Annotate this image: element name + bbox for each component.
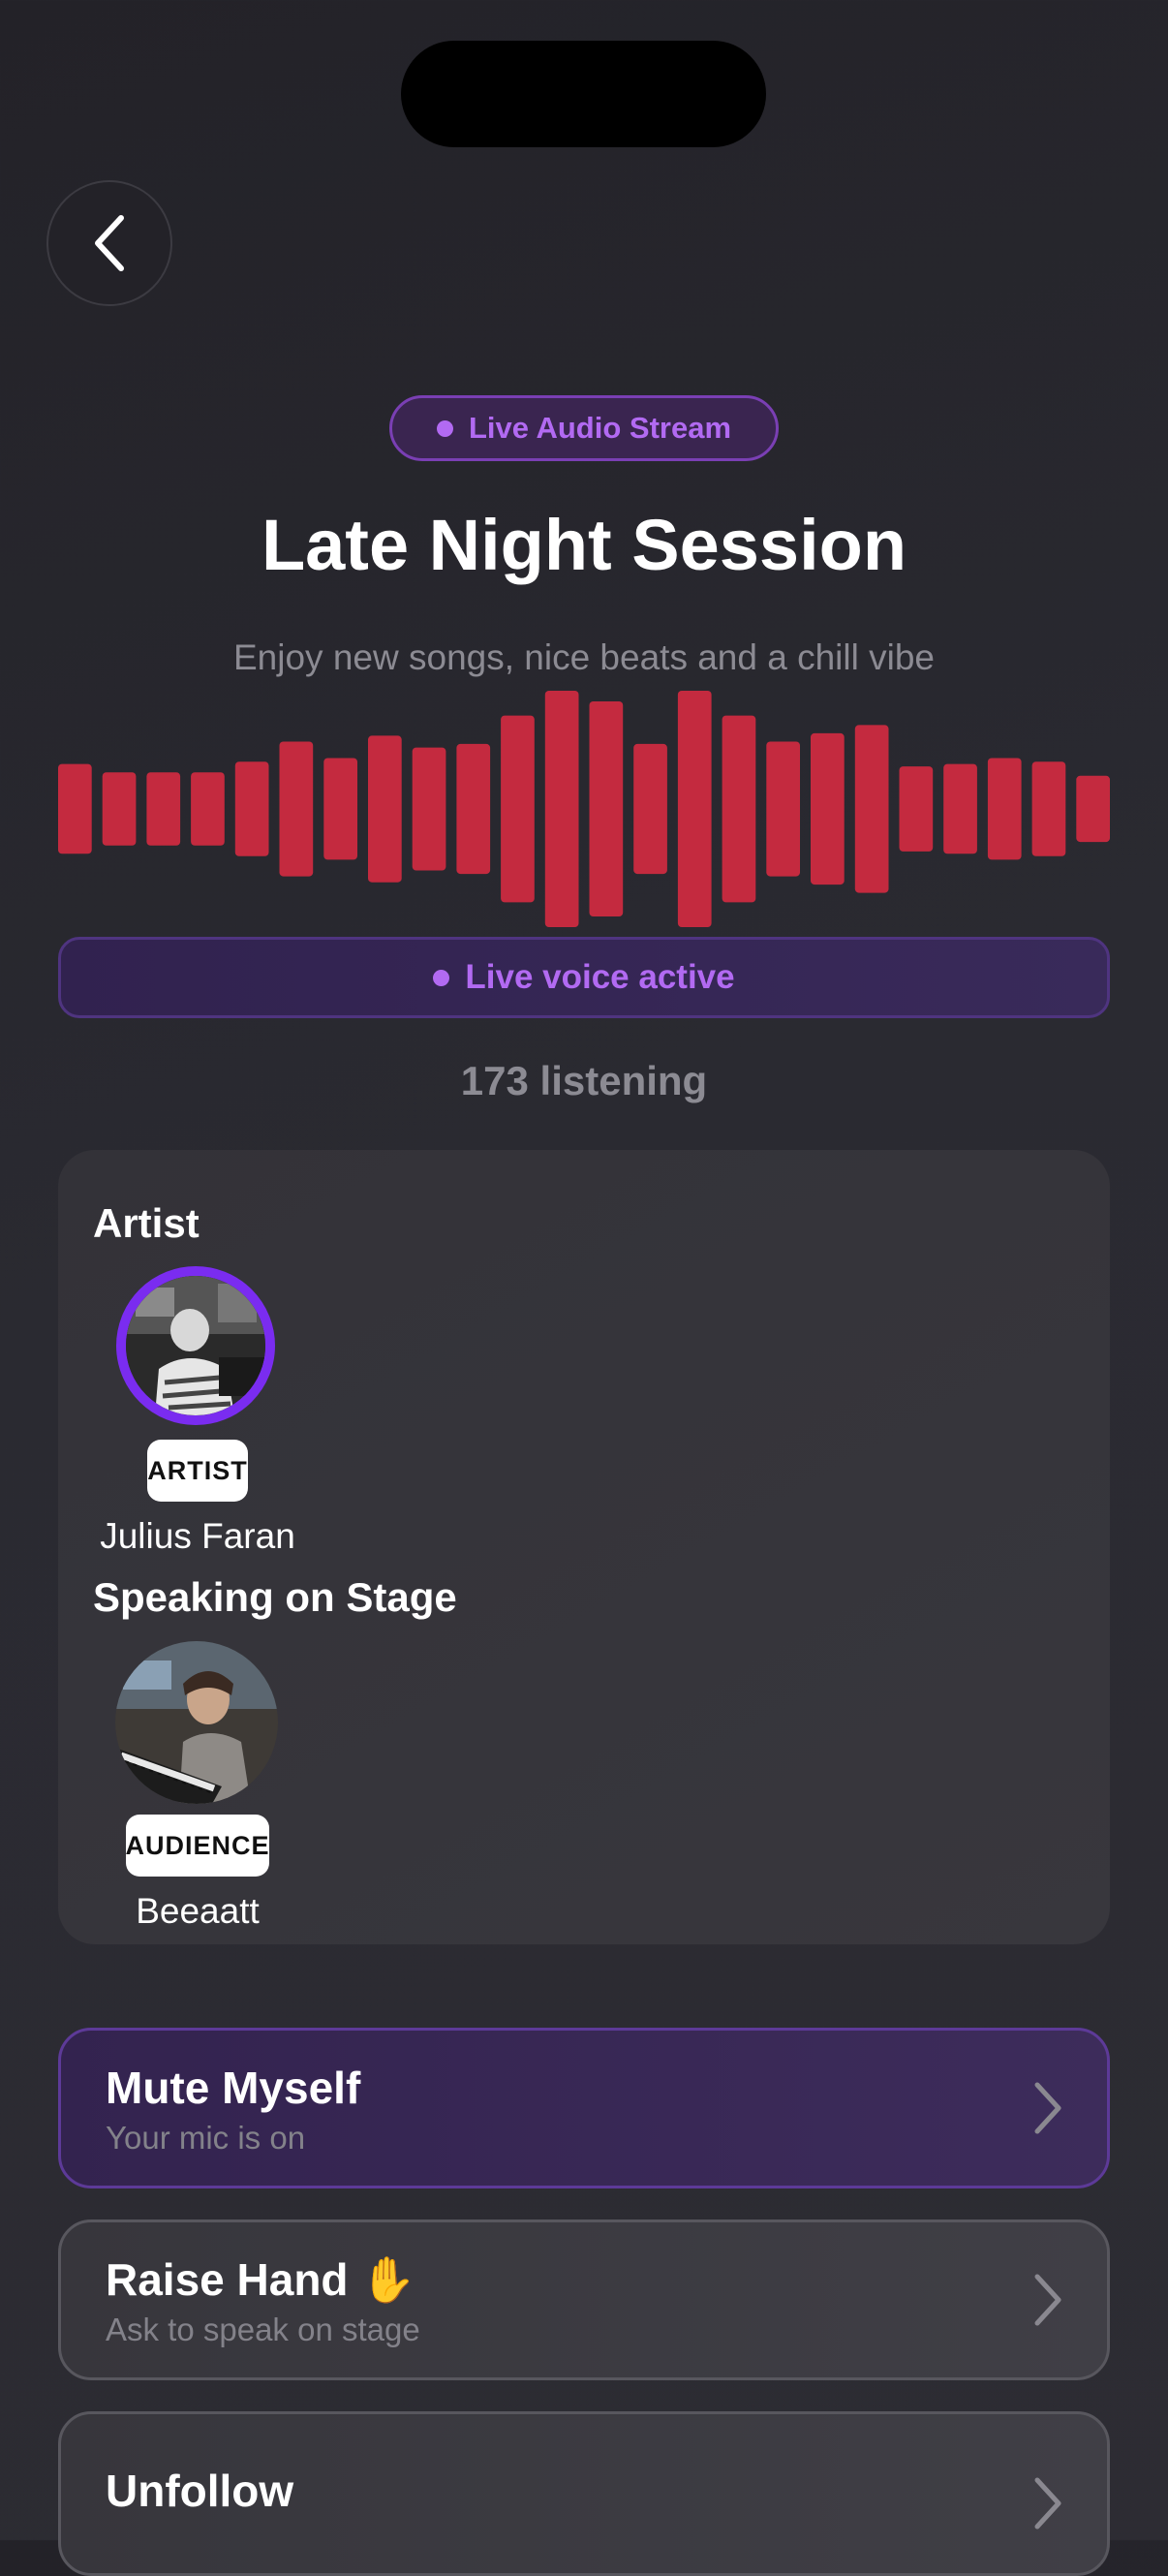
waveform-bar [368, 735, 402, 883]
chevron-right-icon [1034, 2274, 1061, 2326]
live-voice-status: Live voice active [58, 937, 1110, 1018]
raised-hand-icon: ✋ [360, 2254, 416, 2305]
waveform-bar [58, 763, 92, 854]
waveform-bar [544, 691, 579, 927]
speaker-badge: AUDIENCE [126, 1815, 269, 1877]
waveform-bar [633, 743, 667, 875]
waveform-bar [501, 715, 535, 903]
live-audio-stream-pill: Live Audio Stream [389, 395, 779, 461]
session-subtitle: Enjoy new songs, nice beats and a chill … [233, 637, 935, 677]
stage-card: Artist ARTIST Julius Faran Speaking on S… [58, 1150, 1110, 1944]
waveform-bar [279, 741, 314, 877]
raise-hand-button[interactable]: Raise Hand ✋ Ask to speak on stage [58, 2219, 1110, 2380]
artist-badge: ARTIST [147, 1440, 248, 1502]
dynamic-island [401, 41, 766, 147]
speaker-avatar[interactable] [115, 1641, 278, 1804]
raise-hand-title: Raise Hand ✋ [106, 2253, 416, 2307]
session-title: Late Night Session [261, 505, 907, 585]
waveform-bar [1076, 775, 1110, 843]
voice-status-label: Live voice active [465, 958, 735, 996]
artist-name: Julius Faran [100, 1516, 295, 1556]
waveform-bar [146, 772, 181, 846]
waveform-bar [589, 701, 624, 916]
raise-hand-label: Raise Hand [106, 2254, 349, 2305]
waveform-bar [412, 747, 446, 871]
audio-waveform [58, 691, 1110, 927]
waveform-bar [234, 761, 269, 856]
live-dot [436, 419, 453, 437]
waveform-bar [722, 715, 756, 903]
waveform-bar [323, 758, 357, 860]
artist-photo [126, 1276, 265, 1415]
speakers-section-title: Speaking on Stage [93, 1574, 457, 1620]
speaker-photo [115, 1641, 278, 1804]
waveform-bar [987, 758, 1022, 860]
artist-section-title: Artist [93, 1200, 200, 1246]
voice-dot [433, 969, 450, 986]
speaker-name: Beeaatt [136, 1891, 260, 1931]
unfollow-button[interactable]: Unfollow [58, 2411, 1110, 2576]
waveform-bar [1031, 761, 1066, 856]
raise-hand-subtitle: Ask to speak on stage [106, 2312, 420, 2347]
chevron-right-icon [1034, 2477, 1061, 2529]
mute-myself-button[interactable]: Mute Myself Your mic is on [58, 2028, 1110, 2188]
waveform-bar [854, 725, 889, 893]
waveform-bar [677, 691, 712, 927]
listener-count: 173 listening [460, 1058, 708, 1103]
back-button[interactable] [46, 180, 172, 306]
waveform-bar [456, 743, 491, 875]
mute-subtitle: Your mic is on [106, 2120, 306, 2156]
chevron-left-icon [95, 215, 124, 271]
waveform-bar [811, 732, 845, 885]
mute-title: Mute Myself [106, 2063, 361, 2113]
artist-avatar[interactable] [116, 1266, 275, 1425]
chevron-right-icon [1034, 2082, 1061, 2134]
waveform-bar [899, 766, 934, 852]
waveform-bar [766, 741, 800, 877]
waveform-bar [102, 772, 137, 846]
waveform-bar [943, 763, 977, 854]
waveform-bar [191, 772, 225, 846]
pill-label: Live Audio Stream [468, 411, 732, 445]
unfollow-title: Unfollow [106, 2466, 294, 2516]
